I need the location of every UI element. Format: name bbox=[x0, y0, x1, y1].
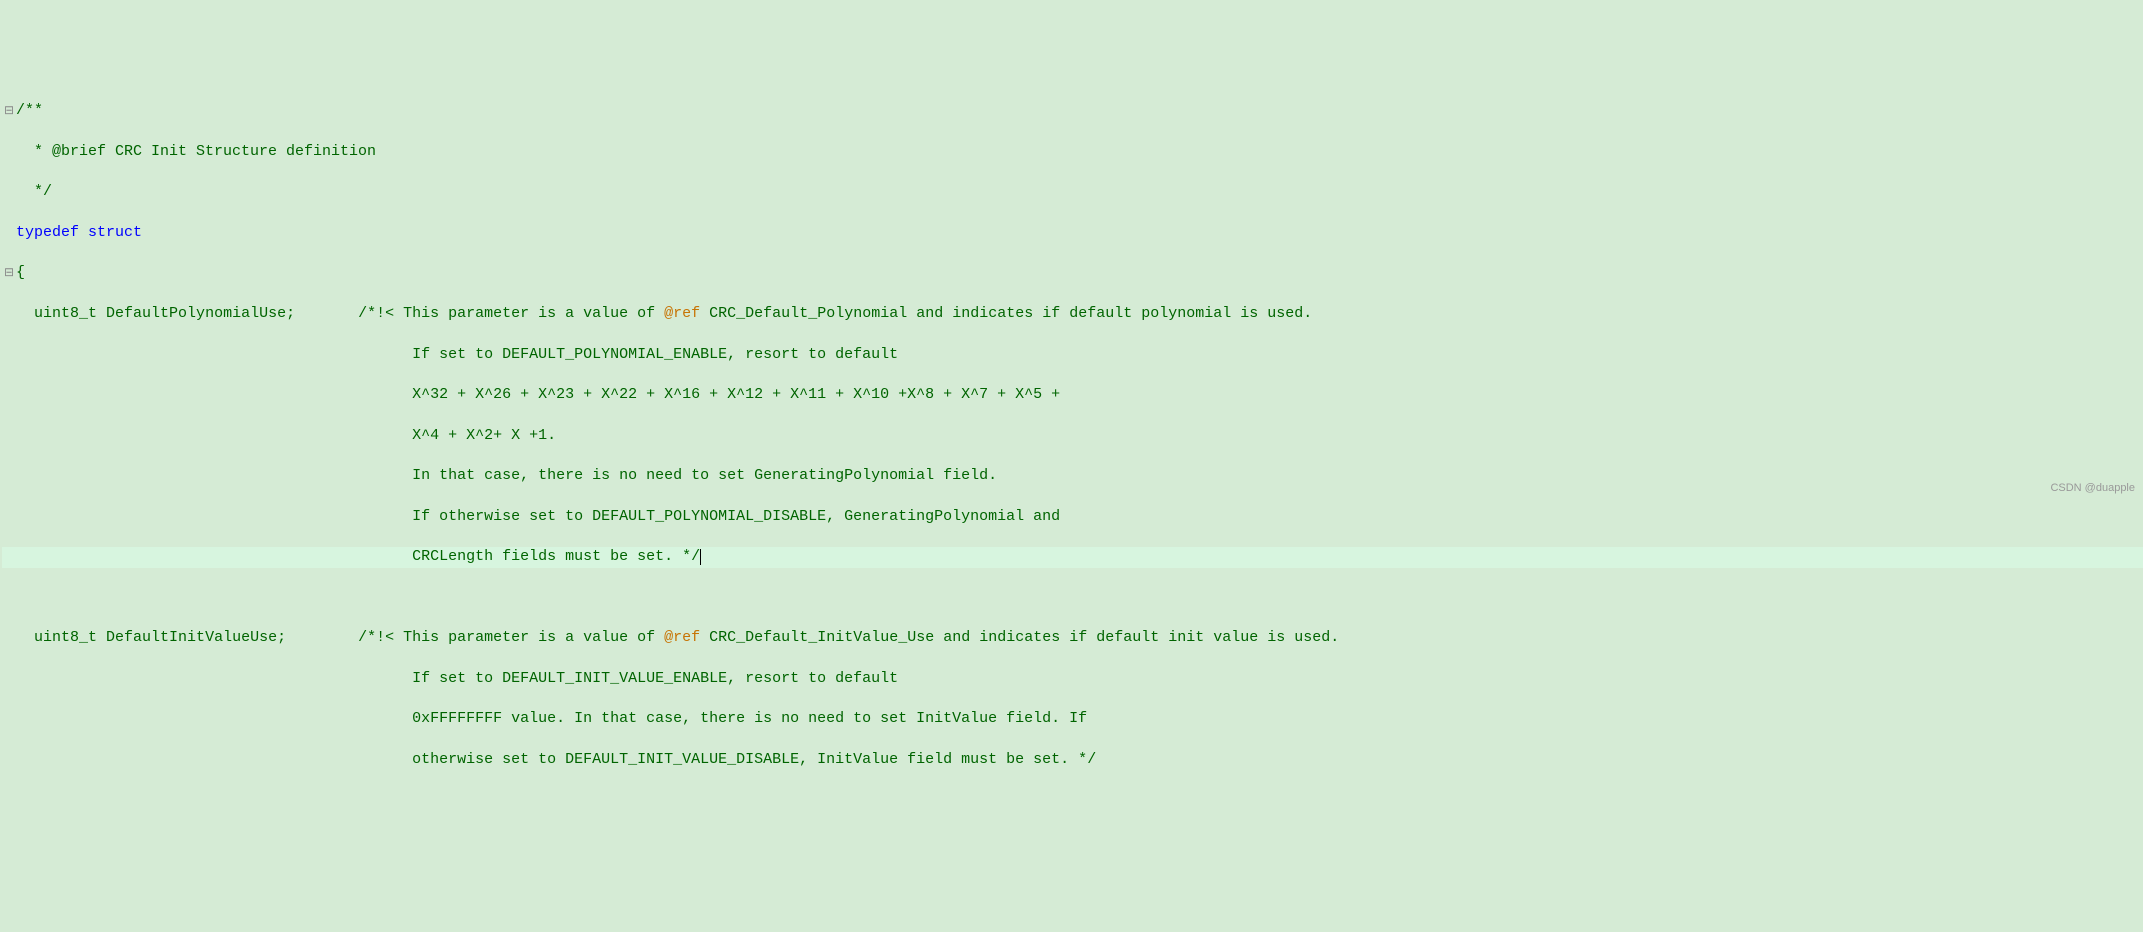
comment-text: In that case, there is no need to set Ge… bbox=[412, 466, 997, 486]
ref-tag: @ref bbox=[664, 628, 700, 648]
watermark-text: CSDN @duapple bbox=[2050, 481, 2135, 496]
fold-gutter bbox=[2, 752, 16, 768]
fold-gutter bbox=[2, 549, 16, 565]
comment-text: 0xFFFFFFFF value. In that case, there is… bbox=[412, 709, 1087, 729]
fold-gutter bbox=[2, 671, 16, 687]
code-line[interactable]: If set to DEFAULT_POLYNOMIAL_ENABLE, res… bbox=[2, 345, 2143, 365]
code-line[interactable]: otherwise set to DEFAULT_INIT_VALUE_DISA… bbox=[2, 750, 2143, 770]
field-name: DefaultPolynomialUse; bbox=[106, 304, 295, 324]
fold-gutter bbox=[2, 184, 16, 200]
fold-gutter bbox=[2, 712, 16, 728]
code-line[interactable]: X^4 + X^2+ X +1. bbox=[2, 426, 2143, 446]
code-line[interactable]: typedef struct bbox=[2, 223, 2143, 243]
fold-gutter bbox=[2, 630, 16, 646]
fold-marker-icon[interactable]: ⊟ bbox=[2, 265, 16, 281]
fold-marker-icon[interactable]: ⊟ bbox=[2, 103, 16, 119]
comment-text: If set to DEFAULT_INIT_VALUE_ENABLE, res… bbox=[412, 669, 898, 689]
field-type: uint8_t bbox=[34, 628, 97, 648]
code-line[interactable]: uint8_t DefaultInitValueUse; /*!< This p… bbox=[2, 628, 2143, 648]
fold-gutter bbox=[2, 468, 16, 484]
fold-gutter bbox=[2, 509, 16, 525]
fold-gutter bbox=[2, 144, 16, 160]
comment-text: /*!< This parameter is a value of bbox=[358, 628, 664, 648]
code-line-active[interactable]: CRCLength fields must be set. */ bbox=[2, 547, 2143, 567]
code-line[interactable]: In that case, there is no need to set Ge… bbox=[2, 466, 2143, 486]
code-line[interactable]: If otherwise set to DEFAULT_POLYNOMIAL_D… bbox=[2, 507, 2143, 527]
comment-text: If otherwise set to DEFAULT_POLYNOMIAL_D… bbox=[412, 507, 1060, 527]
comment-text: X^4 + X^2+ X +1. bbox=[412, 426, 556, 446]
code-line[interactable] bbox=[2, 588, 2143, 608]
code-line[interactable]: uint8_t DefaultPolynomialUse; /*!< This … bbox=[2, 304, 2143, 324]
code-line[interactable]: If set to DEFAULT_INIT_VALUE_ENABLE, res… bbox=[2, 669, 2143, 689]
code-line[interactable]: * @brief CRC Init Structure definition bbox=[2, 142, 2143, 162]
code-line[interactable]: X^32 + X^26 + X^23 + X^22 + X^16 + X^12 … bbox=[2, 385, 2143, 405]
comment-text: /** bbox=[16, 101, 43, 121]
code-editor[interactable]: ⊟/** * @brief CRC Init Structure definit… bbox=[0, 81, 2143, 791]
comment-text: X^32 + X^26 + X^23 + X^22 + X^16 + X^12 … bbox=[412, 385, 1060, 405]
code-line[interactable]: ⊟{ bbox=[2, 263, 2143, 283]
fold-gutter bbox=[2, 590, 16, 606]
field-name: DefaultInitValueUse; bbox=[106, 628, 286, 648]
fold-gutter bbox=[2, 225, 16, 241]
fold-gutter bbox=[2, 428, 16, 444]
ref-tag: @ref bbox=[664, 304, 700, 324]
code-line[interactable]: ⊟/** bbox=[2, 101, 2143, 121]
comment-text: CRC_Default_InitValue_Use and indicates … bbox=[700, 628, 1339, 648]
keyword-struct: struct bbox=[88, 223, 142, 243]
comment-text: CRC_Default_Polynomial and indicates if … bbox=[700, 304, 1312, 324]
comment-text: * @brief CRC Init Structure definition bbox=[16, 142, 376, 162]
code-line[interactable]: */ bbox=[2, 182, 2143, 202]
keyword-typedef: typedef bbox=[16, 223, 79, 243]
code-line[interactable]: 0xFFFFFFFF value. In that case, there is… bbox=[2, 709, 2143, 729]
comment-text: otherwise set to DEFAULT_INIT_VALUE_DISA… bbox=[412, 750, 1096, 770]
fold-gutter bbox=[2, 387, 16, 403]
fold-gutter bbox=[2, 306, 16, 322]
brace: { bbox=[16, 263, 25, 283]
comment-text: If set to DEFAULT_POLYNOMIAL_ENABLE, res… bbox=[412, 345, 898, 365]
fold-gutter bbox=[2, 347, 16, 363]
text-cursor bbox=[700, 549, 701, 565]
comment-text: CRCLength fields must be set. */ bbox=[412, 547, 700, 567]
field-type: uint8_t bbox=[34, 304, 97, 324]
comment-text: */ bbox=[16, 182, 52, 202]
comment-text: /*!< This parameter is a value of bbox=[358, 304, 664, 324]
